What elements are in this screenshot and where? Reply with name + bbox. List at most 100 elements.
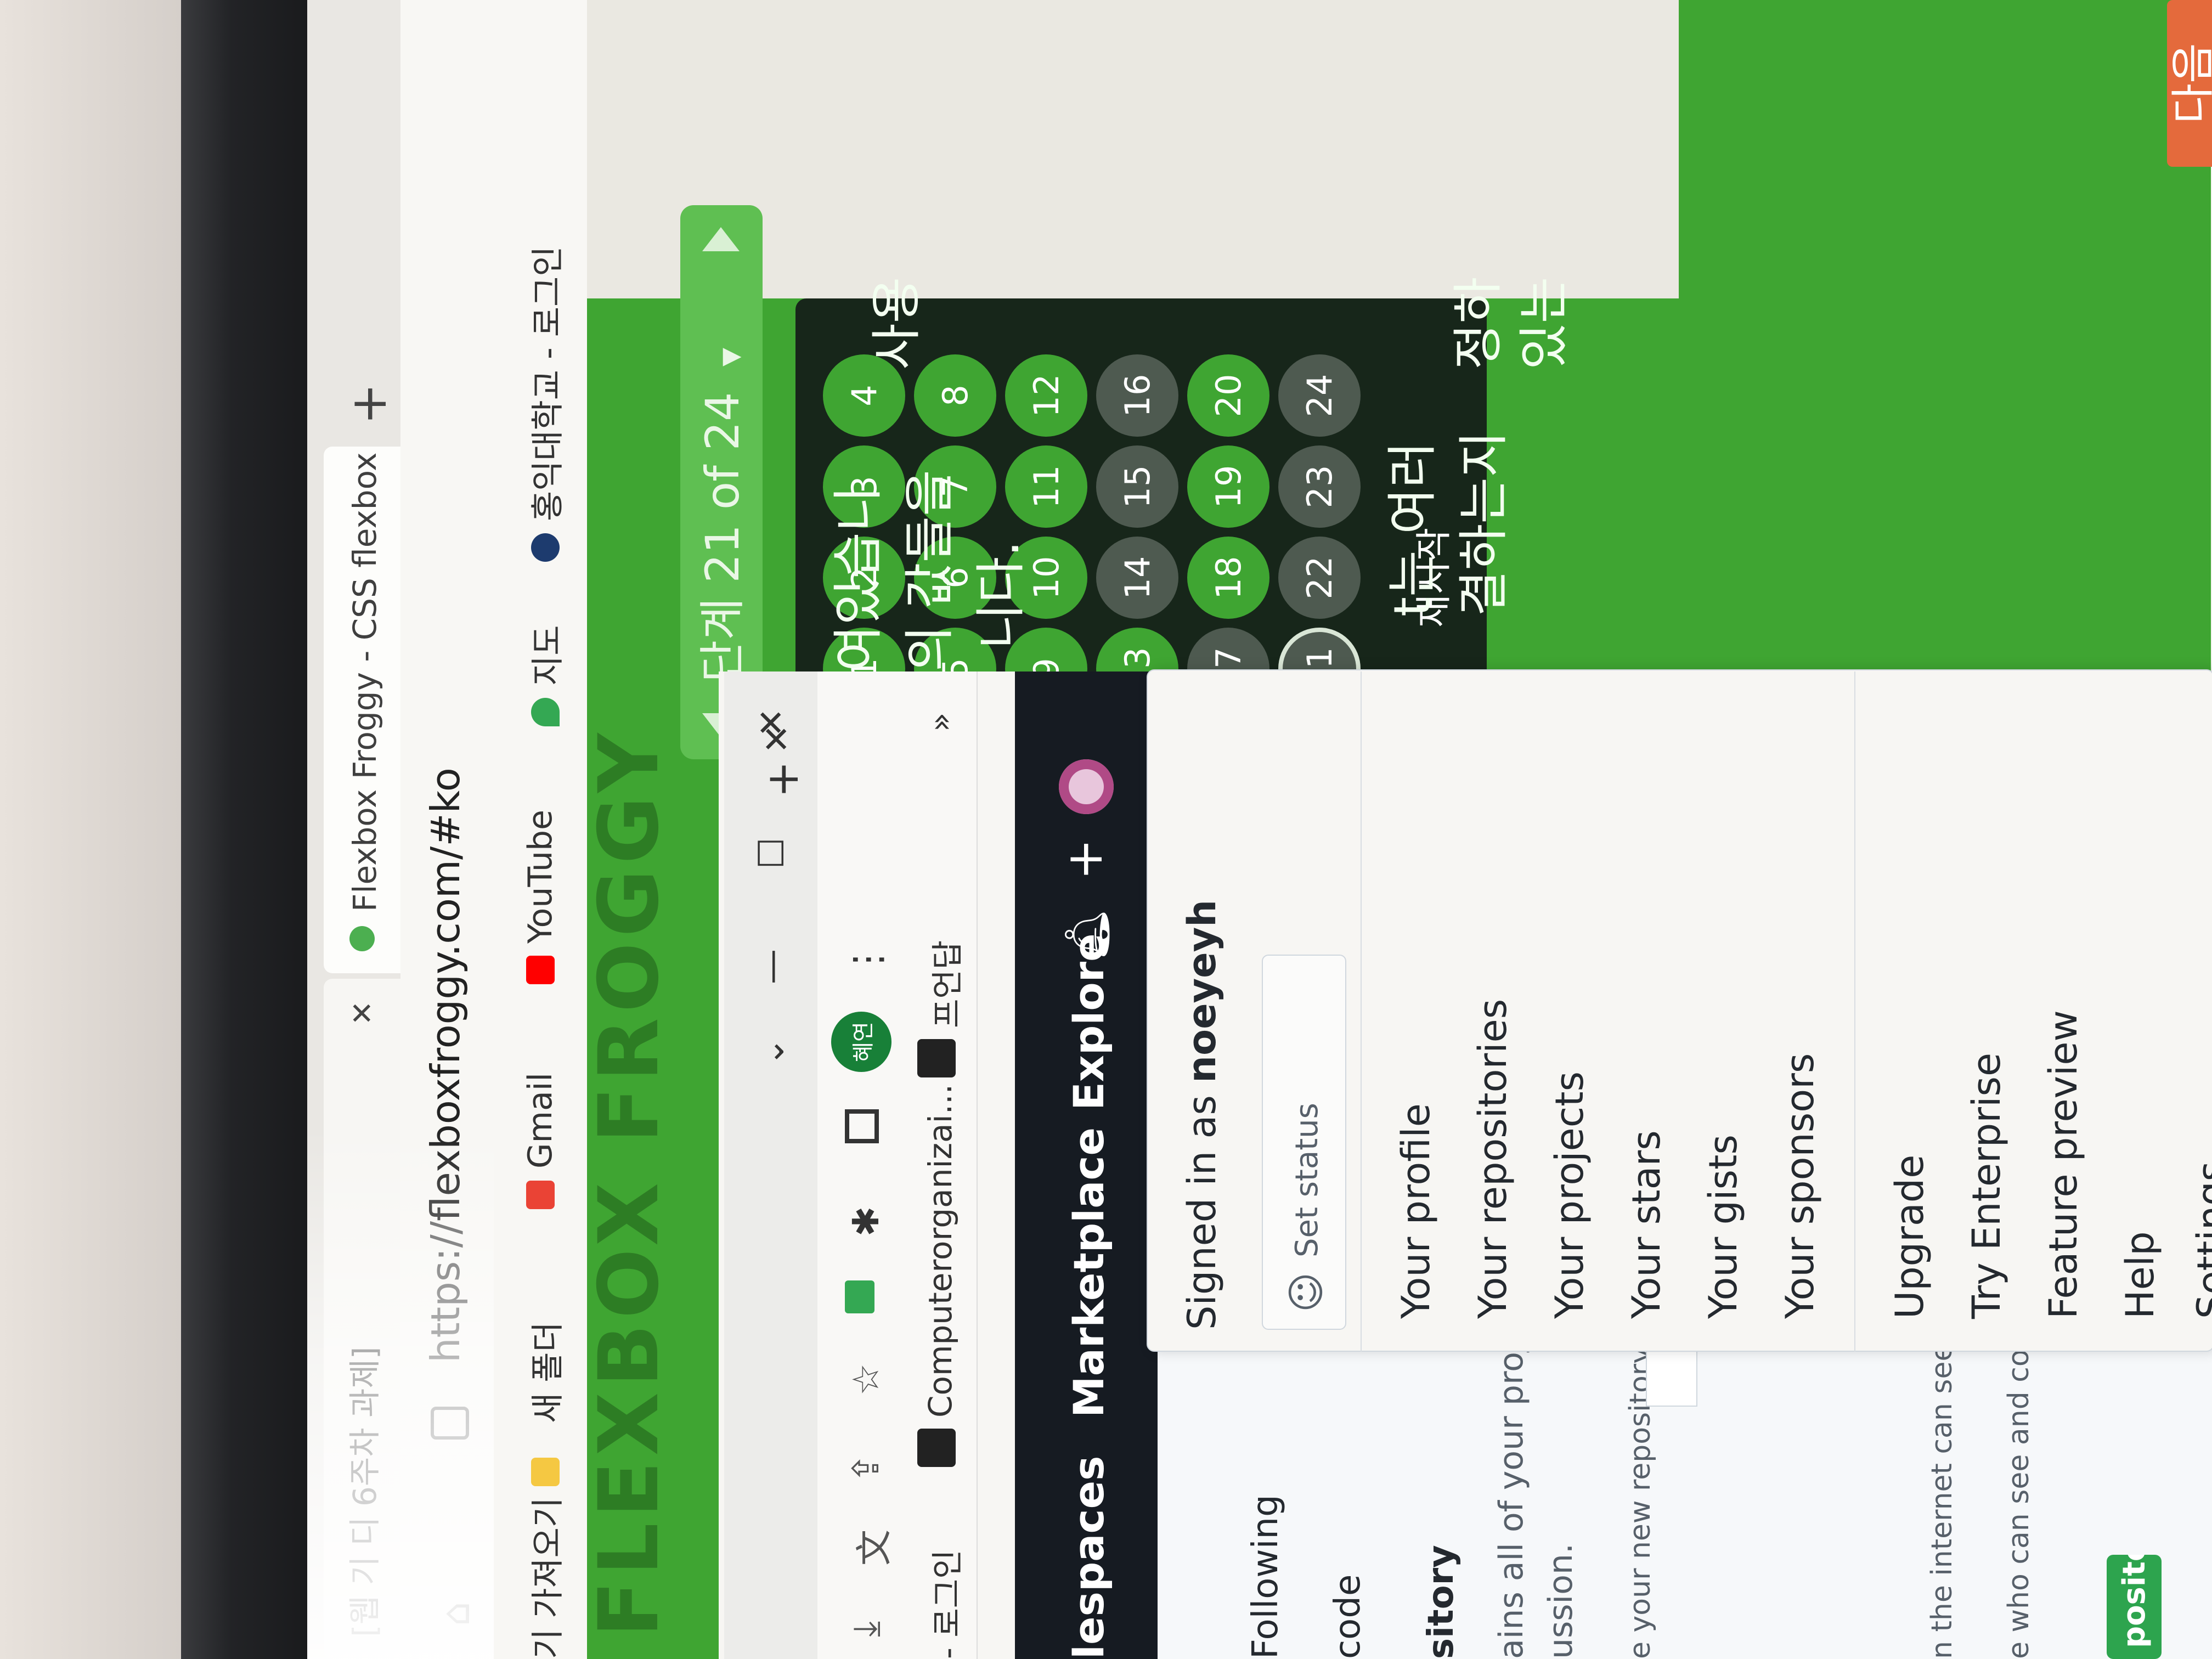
level-button[interactable]: 23 [1278, 445, 1361, 528]
menu-your-projects[interactable]: Your projects [1547, 1071, 1592, 1319]
front-bookmark-login[interactable]: - 로그인 [922, 1550, 968, 1659]
star-icon[interactable]: ☆ [845, 1363, 887, 1396]
url-host: flexboxfroggy.com/#ko [422, 768, 469, 1221]
froggy-logo: FLEXBOX FROGGY [582, 727, 677, 1637]
set-status-label: Set status [1289, 1103, 1325, 1257]
menu-your-sponsors[interactable]: Your sponsors [1778, 1053, 1822, 1319]
set-status-button[interactable]: ☺ Set status [1262, 955, 1346, 1330]
front-bookmark-computer-org[interactable]: Computerorganizai... [922, 1084, 959, 1418]
maximize-icon[interactable]: ☐ [752, 838, 792, 869]
level-indicator-text: 단계 21 of 24 [696, 392, 749, 682]
bookmark-label: Gmail [521, 1072, 560, 1169]
back-tab-assignment[interactable]: [웹 기 디 6주차 과제] ✕ [324, 979, 400, 1659]
create-repository-button[interactable]: pository [2107, 1555, 2162, 1659]
new-tab-button[interactable]: + [757, 761, 808, 798]
nav-codespaces[interactable]: lespaces [1064, 1456, 1113, 1659]
tab-label: [웹 기 디 6주차 과제] [346, 1346, 383, 1637]
menu-try-enterprise[interactable]: Try Enterprise [1964, 1053, 2009, 1319]
level-button[interactable]: 24 [1278, 354, 1361, 437]
bookmark-gmail[interactable]: Gmail [521, 1073, 560, 1209]
menu-settings[interactable]: Settings [2189, 1161, 2212, 1319]
close-icon[interactable]: ✕ [345, 1001, 380, 1042]
new-tab-button[interactable]: + [340, 383, 398, 425]
repo-heading: sitory [1421, 1545, 1462, 1659]
window-close-icon[interactable]: ✕ [752, 708, 792, 737]
signed-in-as: Signed in as noeyeyh [1180, 900, 1224, 1330]
bookmark-label: 새 폴더 [529, 1322, 567, 1423]
bookmark-label: 지도 [529, 625, 567, 686]
level-button[interactable]: 18 [1187, 537, 1269, 619]
youtube-icon [526, 956, 555, 984]
level-button[interactable]: 15 [1096, 445, 1178, 528]
instruction-text: 정하 [1449, 276, 1508, 370]
next-button[interactable]: 다음 [2167, 0, 2212, 167]
menu-your-gists[interactable]: Your gists [1701, 1135, 1746, 1319]
instruction-text: 여있습니 [829, 486, 888, 672]
hongik-icon [531, 533, 560, 562]
level-button[interactable]: 20 [1187, 354, 1269, 437]
bookmark-new-folder[interactable]: 새 폴더 [521, 1322, 569, 1423]
bookmark-site-icon [917, 1039, 956, 1077]
menu-your-repositories[interactable]: Your repositories [1470, 999, 1515, 1319]
nav-marketplace[interactable]: Marketplace [1064, 1127, 1113, 1418]
sidebar-icon[interactable] [845, 1109, 879, 1143]
instruction-text: 니다. [972, 540, 1030, 650]
lock-icon[interactable] [431, 1407, 469, 1440]
following-label[interactable]: Following [1245, 1494, 1286, 1659]
bookmark-youtube[interactable]: YouTube [521, 810, 560, 984]
bookmark-label: 기 가져오기 [529, 1497, 567, 1659]
instruction-text: 있는 [1515, 276, 1573, 370]
level-button[interactable]: 19 [1187, 445, 1269, 528]
home-icon[interactable]: ⌂ [433, 1602, 478, 1626]
signed-in-prefix: Signed in as [1180, 1095, 1224, 1330]
caret-down-icon: ▼ [716, 348, 744, 366]
more-bookmarks-icon[interactable]: » [922, 713, 959, 732]
menu-help[interactable]: Help [2118, 1231, 2163, 1319]
maps-icon [531, 698, 560, 726]
url-prefix: https:// [422, 1221, 469, 1363]
bell-icon[interactable]: 🔔︎ [1062, 906, 1113, 962]
front-toolbar [817, 672, 905, 1659]
create-new-plus-icon[interactable]: + [1056, 839, 1114, 880]
extension-icon[interactable] [845, 1280, 874, 1313]
gmail-icon [526, 1181, 555, 1209]
code-label: code [1328, 1574, 1368, 1659]
level-indicator[interactable]: 단계 21 of 24 ▼ [686, 348, 752, 682]
more-menu-icon[interactable]: ⋮ [845, 940, 890, 979]
instruction-text: 의 값들을 [900, 470, 959, 672]
level-button[interactable]: 16 [1096, 354, 1178, 437]
bookmark-label: YouTube [521, 810, 560, 944]
username: noeyeyh [1180, 899, 1224, 1083]
menu-upgrade[interactable]: Upgrade [1887, 1155, 1932, 1319]
puzzle-icon[interactable]: ✱ [845, 1206, 887, 1237]
menu-feature-preview[interactable]: Feature preview [2041, 1010, 2086, 1319]
minimize-icon[interactable]: — [752, 949, 792, 984]
repo-description: ussion. [1542, 1543, 1580, 1659]
menu-your-profile[interactable]: Your profile [1393, 1103, 1438, 1319]
next-level-arrow-icon[interactable] [702, 227, 740, 251]
front-bookmark-answers[interactable]: 프언답 [922, 940, 968, 1028]
bookmark-maps[interactable]: 지도 [521, 625, 569, 726]
front-tab-bar [724, 672, 817, 1659]
bookmark-label: 홍익대학교 - 로그인 [529, 246, 567, 521]
url-field[interactable]: https://flexboxfroggy.com/#ko [422, 768, 469, 1363]
level-button[interactable]: 12 [1005, 354, 1087, 437]
profile-badge[interactable]: 혜연 [831, 1012, 891, 1072]
share-icon[interactable]: ⇪ [845, 1453, 887, 1483]
instruction-text: t는 여러 [1383, 441, 1442, 617]
tab-search-icon[interactable]: ⌄ [752, 1037, 792, 1066]
rotated-photo: [웹 기 디 6주차 과제] ✕ Flexbox Froggy - CSS fl… [0, 0, 2212, 1659]
translate-icon[interactable]: 文 [845, 1530, 898, 1566]
bookmark-import[interactable]: 기 가져오기 [521, 1446, 569, 1659]
level-button[interactable]: 14 [1096, 537, 1178, 619]
download-icon[interactable]: ⤓ [845, 1621, 888, 1637]
avatar[interactable] [1059, 759, 1114, 814]
level-button[interactable]: 22 [1278, 537, 1361, 619]
menu-divider [1854, 672, 1855, 1352]
back-tab-flexbox-froggy[interactable]: Flexbox Froggy - CSS flexbox 속 ✕ [324, 447, 400, 973]
folder-icon [531, 1457, 560, 1486]
menu-divider [1361, 672, 1362, 1352]
menu-your-stars[interactable]: Your stars [1624, 1130, 1669, 1319]
level-button[interactable]: 11 [1005, 445, 1087, 528]
bookmark-hongik[interactable]: 홍익대학교 - 로그인 [521, 246, 569, 562]
